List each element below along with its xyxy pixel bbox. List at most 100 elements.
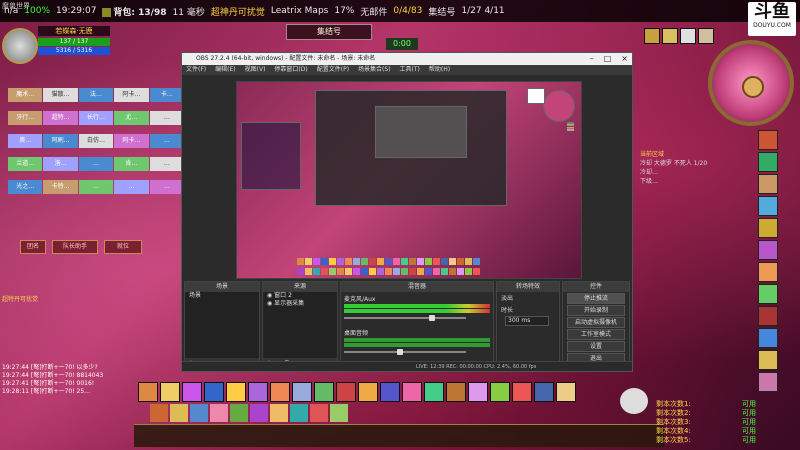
addon-icon[interactable] bbox=[758, 240, 778, 260]
raid-member[interactable]: … bbox=[149, 134, 185, 148]
addon-icon[interactable] bbox=[758, 284, 778, 304]
volume-slider[interactable] bbox=[344, 349, 490, 355]
raid-member[interactable]: 白仿… bbox=[78, 134, 114, 148]
volume-slider[interactable] bbox=[344, 315, 490, 321]
raid-member[interactable]: 牙行… bbox=[8, 111, 43, 125]
raid-member[interactable]: 阿卡… bbox=[114, 134, 149, 148]
rally-button[interactable]: 集结号 bbox=[428, 5, 455, 18]
raid-assist-button[interactable]: 队长助手 bbox=[52, 240, 98, 254]
raid-member[interactable]: 肯… bbox=[114, 157, 149, 171]
action-slot[interactable] bbox=[468, 382, 488, 402]
leatrix-maps-button[interactable]: Leatrix Maps bbox=[271, 6, 329, 16]
raid-member[interactable]: 长行… bbox=[78, 111, 114, 125]
virtual-camera-button[interactable]: 启动虚拟摄像机 bbox=[567, 317, 625, 328]
stop-streaming-button[interactable]: 停止推流 bbox=[567, 293, 625, 304]
action-slot[interactable] bbox=[534, 382, 554, 402]
addon-icon[interactable] bbox=[758, 174, 778, 194]
action-slot[interactable] bbox=[490, 382, 510, 402]
action-slot[interactable] bbox=[556, 382, 576, 402]
quest-tracker[interactable]: 当前区域 冷却 大德罗 不死人 1/20 冷却… 下级… bbox=[640, 150, 758, 186]
raid-member[interactable]: 阿卡… bbox=[114, 88, 149, 102]
action-slot[interactable] bbox=[150, 404, 168, 422]
raid-member[interactable]: … bbox=[78, 180, 114, 194]
raid-member[interactable]: 法… bbox=[78, 88, 114, 102]
action-slot[interactable] bbox=[226, 382, 246, 402]
raid-member[interactable]: 光之… bbox=[8, 180, 43, 194]
raid-member[interactable]: 超特… bbox=[43, 111, 78, 125]
addon-icon[interactable] bbox=[758, 328, 778, 348]
action-slot[interactable] bbox=[402, 382, 422, 402]
ready-check-button[interactable]: 就位 bbox=[104, 240, 142, 254]
menu-profile[interactable]: 配置文件(P) bbox=[317, 65, 349, 75]
addon-icon[interactable] bbox=[758, 350, 778, 370]
addon-icon[interactable] bbox=[758, 218, 778, 238]
transition-type[interactable]: 淡出 bbox=[497, 294, 559, 304]
addon-icon[interactable] bbox=[758, 152, 778, 172]
menu-edit[interactable]: 编辑(E) bbox=[215, 65, 235, 75]
maximize-icon[interactable]: □ bbox=[604, 53, 612, 65]
player-frame[interactable]: 若蝶森·无鹿 137 / 137 5316 / 5316 bbox=[2, 24, 114, 64]
addon-icon[interactable] bbox=[758, 306, 778, 326]
scenes-list[interactable]: 场景 bbox=[185, 292, 259, 358]
raid-leader-button[interactable]: 团名 bbox=[20, 240, 46, 254]
action-slot[interactable] bbox=[336, 382, 356, 402]
action-slot[interactable] bbox=[250, 404, 268, 422]
action-slot[interactable] bbox=[270, 404, 288, 422]
raid-member[interactable]: … bbox=[149, 180, 185, 194]
action-slot[interactable] bbox=[380, 382, 400, 402]
raid-member[interactable]: … bbox=[78, 157, 114, 171]
action-slot[interactable] bbox=[270, 382, 290, 402]
sources-list[interactable]: ◉ 窗口 2 ◉ 显示器采集 bbox=[263, 292, 337, 358]
action-slot[interactable] bbox=[230, 404, 248, 422]
action-slot[interactable] bbox=[290, 404, 308, 422]
topbar-item[interactable]: 超神丹可扰觉 bbox=[211, 5, 265, 18]
action-slot[interactable] bbox=[170, 404, 188, 422]
menu-tools[interactable]: 工具(T) bbox=[400, 65, 420, 75]
addon-icon[interactable] bbox=[758, 372, 778, 392]
raid-member[interactable]: 阿刷… bbox=[43, 134, 78, 148]
menu-view[interactable]: 视图(V) bbox=[245, 65, 266, 75]
obs-window[interactable]: OBS 27.2.4 (64-bit, windows) - 配置文件: 未命名… bbox=[181, 52, 633, 372]
settings-button[interactable]: 设置 bbox=[567, 341, 625, 352]
action-slot[interactable] bbox=[190, 404, 208, 422]
raid-member[interactable]: 洛… bbox=[43, 157, 78, 171]
action-slot[interactable] bbox=[210, 404, 228, 422]
raid-member[interactable]: 卡… bbox=[149, 88, 185, 102]
buff-icon[interactable] bbox=[662, 28, 678, 44]
action-slot[interactable] bbox=[358, 382, 378, 402]
raid-member[interactable]: 猫散… bbox=[43, 88, 78, 102]
minimize-icon[interactable]: – bbox=[590, 53, 594, 65]
addon-icon[interactable] bbox=[758, 196, 778, 216]
menu-file[interactable]: 文件(F) bbox=[186, 65, 206, 75]
action-slot[interactable] bbox=[160, 382, 180, 402]
avatar[interactable] bbox=[2, 28, 38, 64]
buff-icon[interactable] bbox=[680, 28, 696, 44]
slider-handle[interactable] bbox=[429, 315, 435, 321]
action-slot[interactable] bbox=[512, 382, 532, 402]
menu-docks[interactable]: 停靠窗口(D) bbox=[274, 65, 307, 75]
studio-mode-button[interactable]: 工作室模式 bbox=[567, 329, 625, 340]
duration-input[interactable]: 300 ms bbox=[505, 316, 549, 326]
raid-member[interactable]: 卡特… bbox=[43, 180, 78, 194]
action-slot[interactable] bbox=[138, 382, 158, 402]
start-recording-button[interactable]: 开始录制 bbox=[567, 305, 625, 316]
action-slot[interactable] bbox=[330, 404, 348, 422]
raid-member[interactable]: … bbox=[149, 157, 185, 171]
action-slot[interactable] bbox=[446, 382, 466, 402]
raid-member[interactable]: 尤… bbox=[114, 111, 149, 125]
close-icon[interactable]: × bbox=[621, 53, 628, 65]
addon-icon[interactable] bbox=[758, 262, 778, 282]
buff-icon[interactable] bbox=[698, 28, 714, 44]
slider-handle[interactable] bbox=[397, 349, 403, 355]
action-slot[interactable] bbox=[314, 382, 334, 402]
source-item[interactable]: ◉ 窗口 2 bbox=[263, 292, 337, 300]
source-item[interactable]: ◉ 显示器采集 bbox=[263, 300, 337, 308]
scene-item[interactable]: 场景 bbox=[185, 292, 259, 300]
menu-scene-collection[interactable]: 场景集合(S) bbox=[358, 65, 391, 75]
action-slot[interactable] bbox=[182, 382, 202, 402]
target-frame[interactable]: 集结号 bbox=[286, 24, 372, 40]
addon-icon[interactable] bbox=[758, 130, 778, 150]
obs-title-bar[interactable]: OBS 27.2.4 (64-bit, windows) - 配置文件: 未命名… bbox=[182, 53, 632, 65]
obs-preview[interactable] bbox=[236, 81, 582, 279]
menu-help[interactable]: 帮助(H) bbox=[429, 65, 450, 75]
